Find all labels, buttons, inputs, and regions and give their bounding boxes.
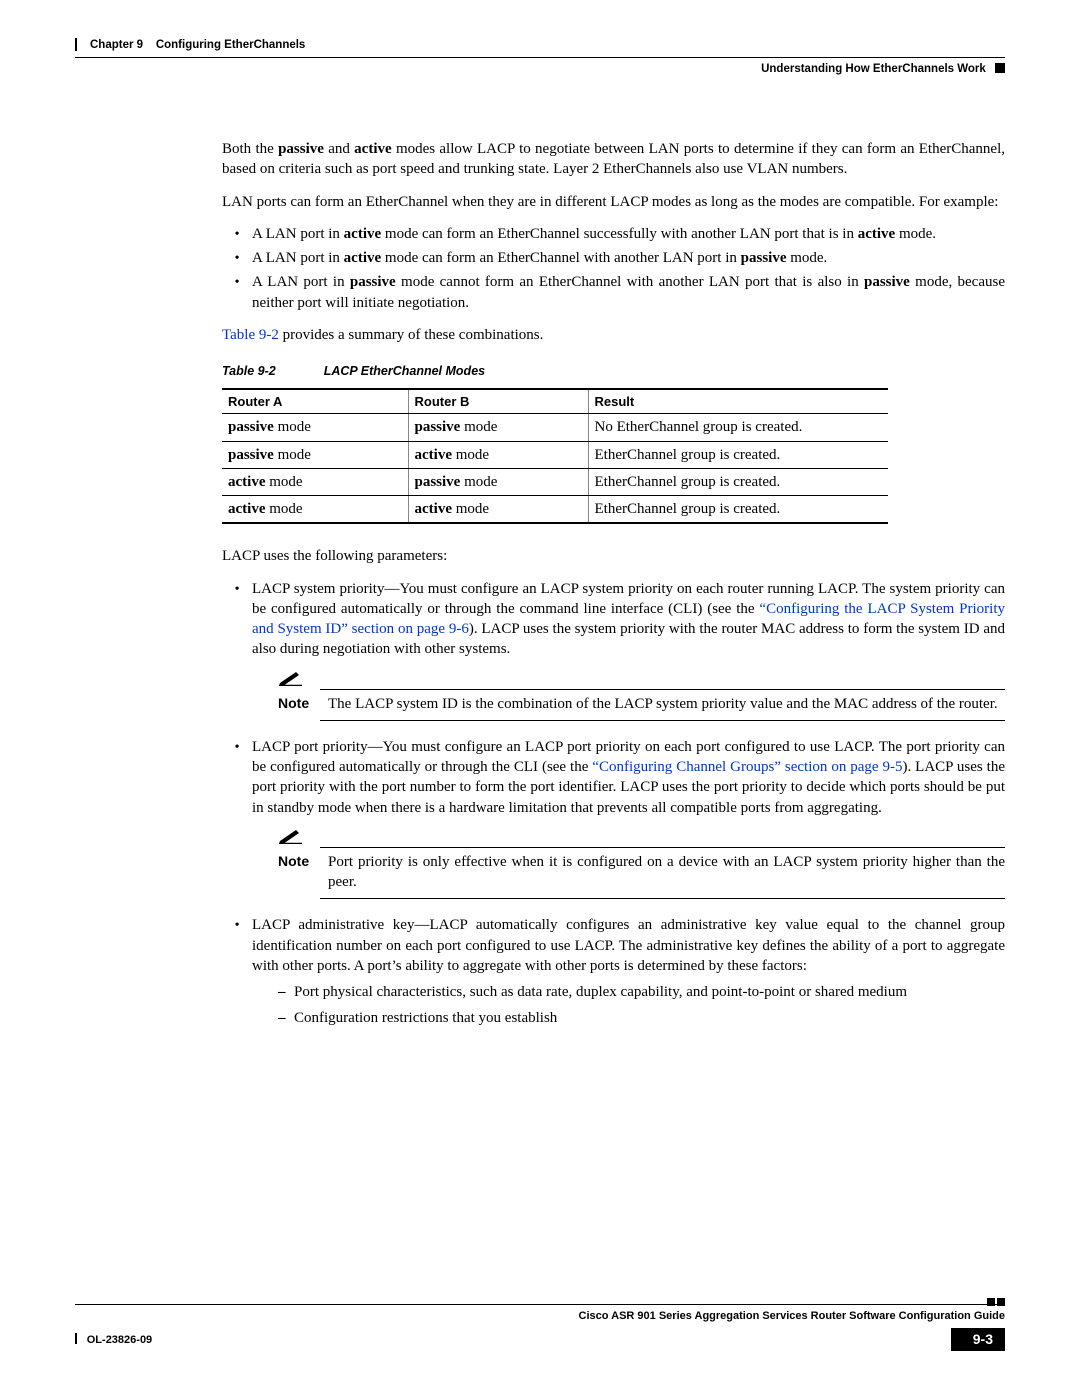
chapter-label: Chapter 9 <box>90 39 143 51</box>
note-text: The LACP system ID is the combination of… <box>328 694 1005 714</box>
list-item: Configuration restrictions that you esta… <box>278 1008 1005 1028</box>
xref-channel-groups[interactable]: “Configuring Channel Groups” section on … <box>592 759 902 775</box>
paragraph-lacp-params: LACP uses the following parameters: <box>222 546 1005 566</box>
note-rule-top <box>320 689 1005 690</box>
note-label: Note <box>278 852 316 893</box>
col-router-b: Router B <box>408 389 588 414</box>
table-ref-link[interactable]: Table 9-2 <box>222 327 279 343</box>
table-row: passive mode active mode EtherChannel gr… <box>222 441 888 468</box>
footer-rule <box>75 1304 1005 1305</box>
lacp-parameters-list: LACP system priority—You must configure … <box>222 579 1005 1029</box>
page-footer: Cisco ASR 901 Series Aggregation Service… <box>75 1304 1005 1351</box>
list-item: A LAN port in passive mode cannot form a… <box>250 272 1005 313</box>
note-label: Note <box>278 694 316 714</box>
header-section-row: Understanding How EtherChannels Work <box>75 62 1005 78</box>
header-square-icon <box>995 63 1005 73</box>
footer-left: OL-23826-09 <box>75 1329 152 1349</box>
note-rule-bottom <box>320 720 1005 721</box>
header-left-marker <box>75 38 77 51</box>
list-item: A LAN port in active mode can form an Et… <box>250 224 1005 244</box>
paragraph-modes-intro: Both the passive and active modes allow … <box>222 139 1005 180</box>
list-item: LACP system priority—You must configure … <box>250 579 1005 721</box>
chapter-title: Configuring EtherChannels <box>156 39 306 51</box>
table-row: active mode passive mode EtherChannel gr… <box>222 468 888 495</box>
mode-examples-list: A LAN port in active mode can form an Et… <box>222 224 1005 313</box>
note-pen-icon <box>278 828 1005 846</box>
col-router-a: Router A <box>222 389 408 414</box>
section-title: Understanding How EtherChannels Work <box>761 63 986 75</box>
note-block: Note Port priority is only effective whe… <box>278 828 1005 900</box>
table-reference: Table 9-2 provides a summary of these co… <box>222 325 1005 345</box>
note-rule-bottom <box>320 898 1005 899</box>
table-row: passive mode passive mode No EtherChanne… <box>222 414 888 441</box>
table-title: LACP EtherChannel Modes <box>324 364 485 378</box>
admin-key-factors-list: Port physical characteristics, such as d… <box>252 982 1005 1029</box>
note-text: Port priority is only effective when it … <box>328 852 1005 893</box>
table-number: Table 9-2 <box>222 364 276 378</box>
table-caption: Table 9-2 LACP EtherChannel Modes <box>222 363 1005 380</box>
note-pen-icon <box>278 670 1005 688</box>
table-header-row: Router A Router B Result <box>222 389 888 414</box>
page-number: 9-3 <box>951 1328 1005 1351</box>
paragraph-compatibility: LAN ports can form an EtherChannel when … <box>222 192 1005 212</box>
list-item: LACP port priority—You must configure an… <box>250 737 1005 900</box>
header-rule <box>75 57 1005 58</box>
list-item: LACP administrative key—LACP automatical… <box>250 915 1005 1028</box>
footer-marker-squares <box>987 1298 1005 1306</box>
col-result: Result <box>588 389 888 414</box>
lacp-modes-table: Router A Router B Result passive mode pa… <box>222 388 888 525</box>
header-chapter: Chapter 9 Configuring EtherChannels <box>90 38 1005 54</box>
footer-doc-id: OL-23826-09 <box>87 1334 152 1346</box>
list-item: Port physical characteristics, such as d… <box>278 982 1005 1002</box>
footer-guide-title: Cisco ASR 901 Series Aggregation Service… <box>75 1309 1005 1324</box>
footer-left-marker <box>75 1333 77 1344</box>
table-row: active mode active mode EtherChannel gro… <box>222 496 888 524</box>
note-block: Note The LACP system ID is the combinati… <box>278 670 1005 721</box>
list-item: A LAN port in active mode can form an Et… <box>250 248 1005 268</box>
note-rule-top <box>320 847 1005 848</box>
